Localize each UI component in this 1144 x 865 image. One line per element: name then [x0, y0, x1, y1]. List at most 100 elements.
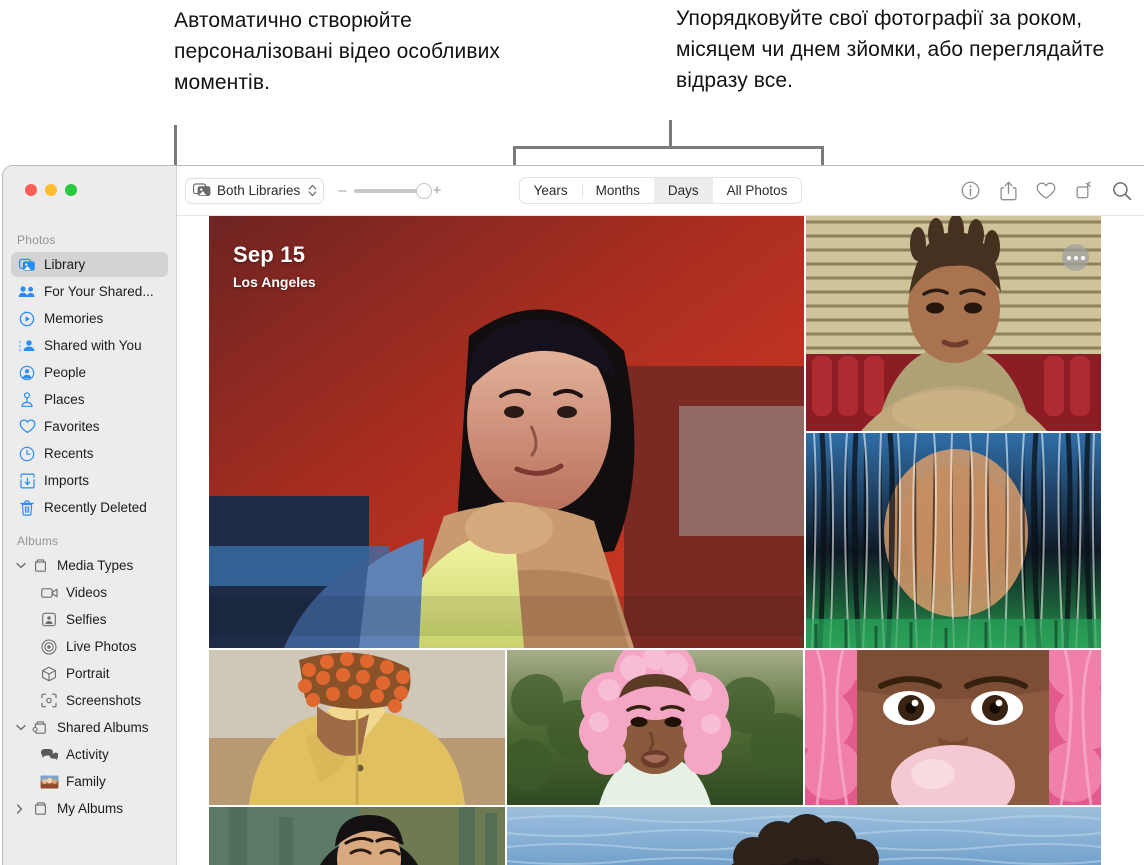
places-pin-icon	[17, 391, 37, 408]
sidebar-item-label: Live Photos	[66, 639, 137, 654]
hero-date-label: Sep 15	[233, 242, 316, 268]
photo-hero-portrait-red[interactable]: Sep 15 Los Angeles	[209, 216, 804, 648]
search-icon[interactable]	[1112, 181, 1132, 201]
tab-all-photos[interactable]: All Photos	[713, 178, 802, 203]
sidebar-item-recents[interactable]: Recents	[11, 441, 168, 466]
live-photo-icon	[39, 638, 59, 655]
photo-blue-water[interactable]	[507, 807, 1101, 865]
photo-yellow-shirt[interactable]	[209, 650, 505, 805]
memories-icon	[17, 310, 37, 327]
sidebar-item-selfies[interactable]: Selfies	[11, 607, 168, 632]
portrait-cube-icon	[39, 665, 59, 682]
photo-water-glass-portrait[interactable]	[806, 433, 1101, 648]
sidebar-item-imports[interactable]: Imports	[11, 468, 168, 493]
sidebar-item-activity[interactable]: Activity	[11, 742, 168, 767]
people-icon	[17, 364, 37, 381]
chevron-right-icon[interactable]	[16, 804, 29, 814]
chevron-down-icon[interactable]	[16, 562, 29, 569]
info-icon[interactable]	[960, 181, 980, 201]
sidebar-item-label: Screenshots	[66, 693, 141, 708]
chevron-down-icon[interactable]	[16, 724, 29, 731]
rotate-icon[interactable]	[1074, 181, 1094, 201]
sidebar-item-label: Selfies	[66, 612, 107, 627]
sidebar-group-shared-albums[interactable]: Shared Albums	[11, 715, 168, 740]
sidebar-section-photos-title: Photos	[3, 233, 176, 250]
tab-years[interactable]: Years	[520, 178, 582, 203]
photo-grid-row	[209, 650, 1144, 805]
sidebar-item-label: Videos	[66, 585, 107, 600]
leader-line-right-stem	[669, 120, 672, 148]
sidebar-group-label: Shared Albums	[57, 720, 149, 735]
sidebar-item-recently-deleted[interactable]: Recently Deleted	[11, 495, 168, 520]
library-icon	[17, 256, 37, 273]
album-box-icon	[30, 557, 50, 574]
family-thumbnail-icon	[39, 773, 59, 790]
sidebar-item-live-photos[interactable]: Live Photos	[11, 634, 168, 659]
zoom-button[interactable]	[65, 184, 77, 196]
photo-bubblegum[interactable]	[805, 650, 1101, 805]
sidebar-item-memories[interactable]: Memories	[11, 306, 168, 331]
sidebar-item-family[interactable]: Family	[11, 769, 168, 794]
zoom-slider-track[interactable]	[354, 189, 426, 193]
sidebar-item-label: Recently Deleted	[44, 500, 147, 515]
sidebar: Photos Library	[3, 166, 177, 865]
photo-pink-wig[interactable]	[507, 650, 803, 805]
activity-bubbles-icon	[39, 746, 59, 763]
share-icon[interactable]	[998, 181, 1018, 201]
sidebar-item-favorites[interactable]: Favorites	[11, 414, 168, 439]
video-camera-icon	[39, 584, 59, 601]
sidebar-item-screenshots[interactable]: Screenshots	[11, 688, 168, 713]
favorite-heart-icon[interactable]	[1036, 181, 1056, 201]
photos-app-window: Photos Library	[2, 165, 1144, 865]
zoom-slider-control[interactable]: – +	[338, 182, 441, 199]
zoom-slider-knob[interactable]	[416, 183, 432, 199]
zoom-out-label[interactable]: –	[338, 182, 346, 199]
sidebar-item-library[interactable]: Library	[11, 252, 168, 277]
album-box-icon	[30, 800, 50, 817]
sidebar-item-label: Portrait	[66, 666, 110, 681]
more-options-button[interactable]	[1062, 244, 1089, 271]
photo-laughing-woman[interactable]	[209, 807, 505, 865]
sidebar-item-for-your-shared[interactable]: For Your Shared...	[11, 279, 168, 304]
close-button[interactable]	[25, 184, 37, 196]
sidebar-group-label: Media Types	[57, 558, 133, 573]
import-icon	[17, 472, 37, 489]
shared-album-box-icon	[30, 719, 50, 736]
trash-icon	[17, 499, 37, 516]
sidebar-item-label: Places	[44, 392, 85, 407]
heart-icon	[17, 418, 37, 435]
hero-place-label: Los Angeles	[233, 274, 316, 290]
photo-grid[interactable]: Sep 15 Los Angeles	[209, 216, 1144, 865]
sidebar-group-media-types[interactable]: Media Types	[11, 553, 168, 578]
sidebar-item-places[interactable]: Places	[11, 387, 168, 412]
sidebar-item-label: Recents	[44, 446, 94, 461]
clock-icon	[17, 445, 37, 462]
window-traffic-lights	[25, 184, 77, 196]
sidebar-item-portrait[interactable]: Portrait	[11, 661, 168, 686]
sidebar-item-label: Imports	[44, 473, 89, 488]
hero-photo-overlay: Sep 15 Los Angeles	[233, 242, 316, 290]
sidebar-item-label: Library	[44, 257, 85, 272]
sidebar-section-albums-title: Albums	[3, 534, 176, 551]
photo-grid-row	[209, 807, 1144, 865]
photo-blinds-portrait[interactable]	[806, 216, 1101, 431]
view-mode-segmented-control[interactable]: Years Months Days All Photos	[519, 177, 803, 204]
screenshot-icon	[39, 692, 59, 709]
sidebar-item-videos[interactable]: Videos	[11, 580, 168, 605]
zoom-in-label[interactable]: +	[433, 182, 442, 199]
leader-line-right-tick-end	[821, 146, 824, 165]
selfie-icon	[39, 611, 59, 628]
sidebar-scroll-area[interactable]: Photos Library	[3, 229, 176, 865]
sidebar-item-people[interactable]: People	[11, 360, 168, 385]
sidebar-item-label: Family	[66, 774, 106, 789]
library-popup-button[interactable]: Both Libraries	[185, 178, 324, 204]
shared-people-icon	[17, 283, 37, 300]
sidebar-item-shared-with-you[interactable]: Shared with You	[11, 333, 168, 358]
minimize-button[interactable]	[45, 184, 57, 196]
tab-days[interactable]: Days	[654, 178, 713, 203]
sidebar-item-label: Shared with You	[44, 338, 142, 353]
sidebar-item-label: Activity	[66, 747, 109, 762]
chevron-up-down-icon[interactable]	[308, 184, 317, 197]
sidebar-group-my-albums[interactable]: My Albums	[11, 796, 168, 821]
tab-months[interactable]: Months	[582, 178, 654, 203]
